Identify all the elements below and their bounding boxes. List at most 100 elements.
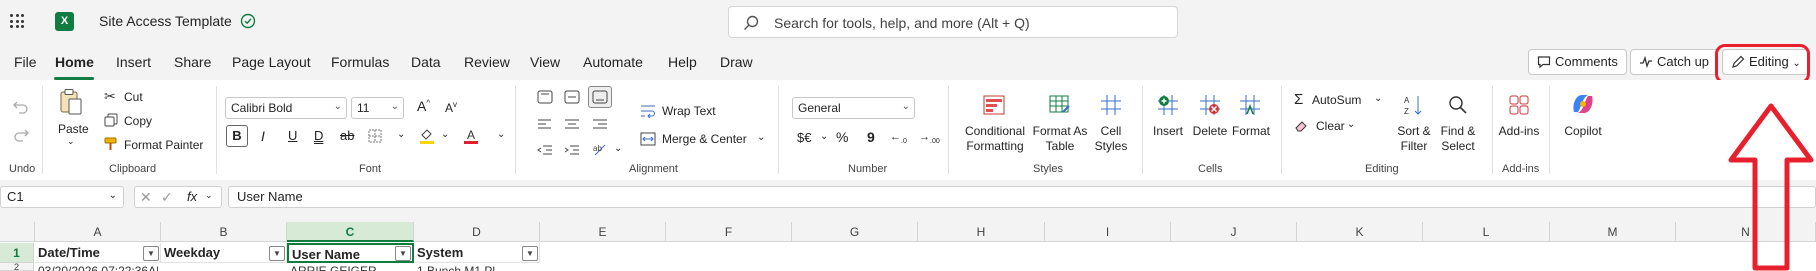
delete-button[interactable]: Delete <box>1190 124 1230 138</box>
tab-home[interactable]: Home <box>55 54 94 70</box>
cut-button[interactable]: Cut <box>124 90 143 104</box>
cell-styles-line1[interactable]: Cell <box>1090 124 1132 138</box>
cancel-icon[interactable]: ✕ <box>140 189 152 206</box>
check-icon[interactable]: ✓ <box>161 189 173 206</box>
strikethrough-button[interactable]: ab <box>340 128 354 143</box>
document-title[interactable]: Site Access Template <box>99 13 232 29</box>
font-size-dropdown[interactable]: 11 ⌄ <box>351 97 404 119</box>
filter-dropdown-c[interactable]: ▼ <box>395 246 411 261</box>
tab-formulas[interactable]: Formulas <box>331 54 389 70</box>
cell-a2[interactable]: 03/20/2026 07:22:36AM <box>38 264 158 271</box>
filter-dropdown-b[interactable]: ▼ <box>269 246 285 261</box>
tab-help[interactable]: Help <box>668 54 697 70</box>
column-header-f[interactable]: F <box>666 222 792 242</box>
chevron-down-icon[interactable]: ⌄ <box>205 190 213 201</box>
tab-share[interactable]: Share <box>174 54 211 70</box>
find-select-line1[interactable]: Find & <box>1436 124 1480 138</box>
chevron-down-icon[interactable]: ⌄ <box>757 132 765 143</box>
insert-function-button[interactable]: fx <box>187 189 197 204</box>
cell-styles-line2[interactable]: Styles <box>1090 139 1132 153</box>
format-painter-button[interactable]: Format Painter <box>124 138 203 152</box>
format-as-table-line2[interactable]: Table <box>1030 139 1090 153</box>
clear-button[interactable]: Clear <box>1316 119 1345 133</box>
column-header-k[interactable]: K <box>1297 222 1423 242</box>
tab-automate[interactable]: Automate <box>583 54 643 70</box>
tab-view[interactable]: View <box>530 54 560 70</box>
insert-button[interactable]: Insert <box>1148 124 1188 138</box>
tab-draw[interactable]: Draw <box>720 54 753 70</box>
paste-chevron-icon[interactable]: ⌄ <box>67 136 75 147</box>
double-underline-button[interactable]: D <box>314 128 323 143</box>
column-header-c[interactable]: C <box>287 222 414 242</box>
column-header-i[interactable]: I <box>1045 222 1171 242</box>
copy-button[interactable]: Copy <box>124 114 152 128</box>
decrease-decimal-button[interactable]: →.00 <box>919 131 940 145</box>
percent-style-button[interactable]: % <box>836 129 848 145</box>
undo-icon[interactable] <box>13 100 29 114</box>
wrap-text-button[interactable]: Wrap Text <box>662 104 716 118</box>
chevron-down-icon[interactable]: ⌄ <box>441 129 449 140</box>
paste-icon[interactable] <box>59 88 83 116</box>
column-header-m[interactable]: M <box>1550 222 1676 242</box>
column-header-a[interactable]: A <box>35 222 161 242</box>
row-header-1[interactable]: 1 <box>0 243 34 263</box>
format-as-table-line1[interactable]: Format As <box>1030 124 1090 138</box>
accounting-format-button[interactable]: $€ <box>797 130 811 145</box>
filter-dropdown-a[interactable]: ▼ <box>143 246 159 261</box>
chevron-down-icon[interactable]: ⌄ <box>820 131 828 142</box>
column-header-b[interactable]: B <box>161 222 287 242</box>
formula-input[interactable]: User Name <box>228 186 1816 208</box>
column-header-h[interactable]: H <box>918 222 1045 242</box>
column-header-l[interactable]: L <box>1423 222 1550 242</box>
copilot-button[interactable]: Copilot <box>1558 124 1608 138</box>
select-all-corner[interactable] <box>0 222 35 242</box>
add-ins-button[interactable]: Add-ins <box>1496 124 1542 138</box>
chevron-down-icon[interactable]: ⌄ <box>614 143 622 154</box>
align-right-icon[interactable] <box>592 118 608 130</box>
decrease-font-size-button[interactable]: Av <box>445 100 457 115</box>
sort-filter-line1[interactable]: Sort & <box>1392 124 1436 138</box>
autosum-button[interactable]: AutoSum <box>1312 93 1361 107</box>
chevron-down-icon[interactable]: ⌄ <box>497 129 505 140</box>
tab-data[interactable]: Data <box>411 54 441 70</box>
column-header-d[interactable]: D <box>414 222 540 242</box>
align-center-icon[interactable] <box>564 118 580 130</box>
tab-file[interactable]: File <box>14 54 37 70</box>
column-header-e[interactable]: E <box>540 222 666 242</box>
conditional-formatting-line2[interactable]: Formatting <box>960 139 1030 153</box>
chevron-down-icon[interactable]: ⌄ <box>1347 119 1355 130</box>
row-header-2[interactable]: 2 <box>0 263 34 271</box>
fill-color-icon[interactable] <box>419 127 435 145</box>
tab-review[interactable]: Review <box>464 54 510 70</box>
conditional-formatting-line1[interactable]: Conditional <box>960 124 1030 138</box>
chevron-down-icon[interactable]: ⌄ <box>1374 93 1382 104</box>
align-top-icon[interactable] <box>537 90 553 104</box>
format-button[interactable]: Format <box>1230 124 1272 138</box>
increase-decimal-button[interactable]: ←.0 <box>890 131 907 145</box>
sort-filter-line2[interactable]: Filter <box>1392 139 1436 153</box>
italic-button[interactable]: I <box>261 128 265 144</box>
number-format-dropdown[interactable]: General ⌄ <box>792 97 915 119</box>
underline-button[interactable]: U <box>288 128 297 143</box>
name-box[interactable]: C1 ⌄ <box>0 186 124 208</box>
merge-center-button[interactable]: Merge & Center <box>662 132 747 146</box>
search-box[interactable]: Search for tools, help, and more (Alt + … <box>728 6 1178 38</box>
font-color-icon[interactable]: A <box>463 127 479 145</box>
column-header-j[interactable]: J <box>1171 222 1297 242</box>
chevron-down-icon[interactable]: ⌄ <box>397 129 405 140</box>
column-header-g[interactable]: G <box>792 222 918 242</box>
find-select-line2[interactable]: Select <box>1436 139 1480 153</box>
tab-insert[interactable]: Insert <box>116 54 151 70</box>
orientation-icon[interactable]: ab <box>592 142 608 158</box>
catch-up-button[interactable]: Catch up <box>1630 49 1719 75</box>
app-launcher-icon[interactable] <box>10 14 24 28</box>
increase-font-size-button[interactable]: A^ <box>417 98 430 114</box>
comma-style-button[interactable]: 9 <box>867 129 875 145</box>
comments-button[interactable]: Comments <box>1528 49 1627 75</box>
align-left-icon[interactable] <box>537 118 553 130</box>
increase-indent-icon[interactable] <box>564 144 580 156</box>
redo-icon[interactable] <box>13 128 29 142</box>
tab-page-layout[interactable]: Page Layout <box>232 54 311 70</box>
decrease-indent-icon[interactable] <box>537 144 553 156</box>
bold-button[interactable]: B <box>226 125 248 147</box>
